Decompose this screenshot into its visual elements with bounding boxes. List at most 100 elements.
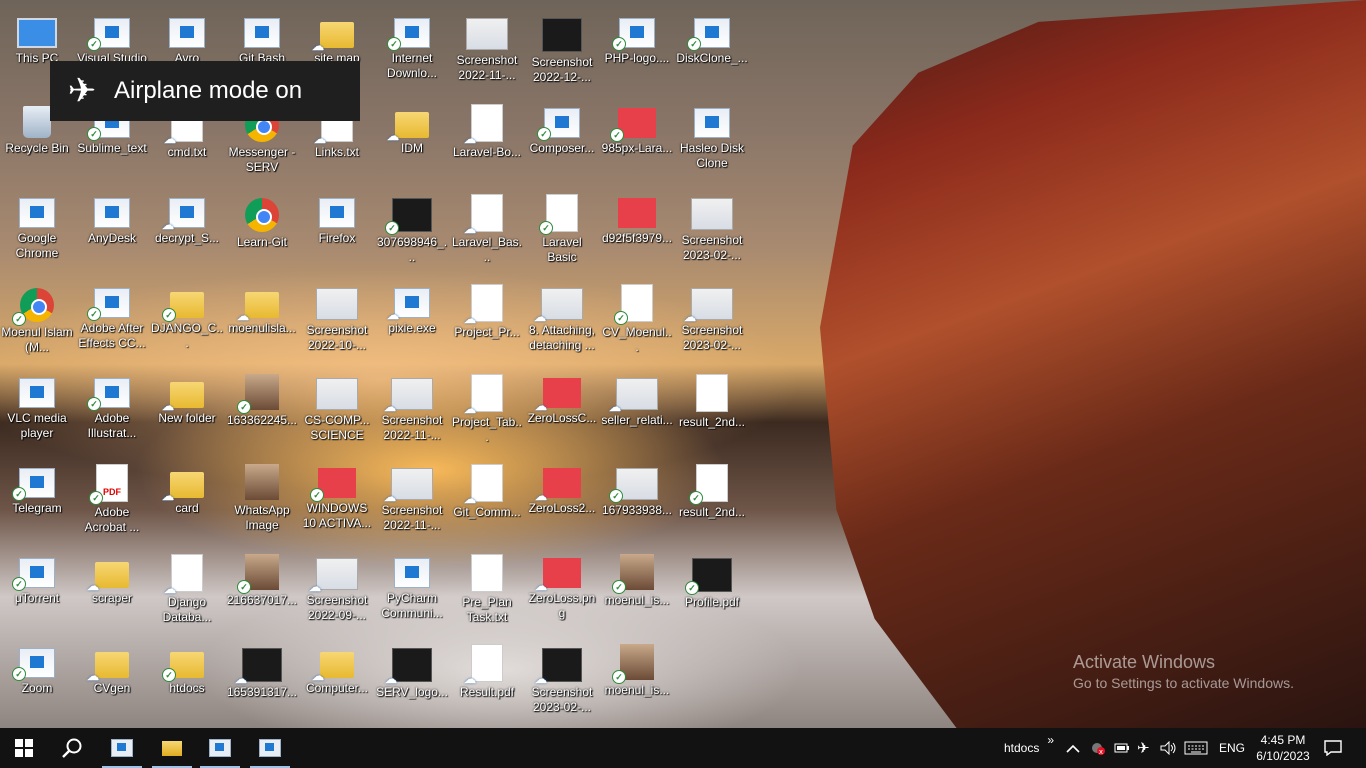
desktop-icon[interactable]: result_2nd...	[675, 368, 749, 456]
desktop-icon[interactable]: ☁ ZeroLoss2...	[525, 458, 599, 546]
synced-check-icon: ✓	[87, 37, 101, 51]
desktop-icon[interactable]: WhatsApp Image 2022...	[225, 458, 299, 546]
folder-icon: ☁	[312, 652, 354, 682]
desktop-icon[interactable]: ☁ seller_relati...	[600, 368, 674, 456]
desktop-icon[interactable]: ☁ Screenshot 2022-11-...	[375, 458, 449, 546]
desktop-icon[interactable]: ✓ 167933938...	[600, 458, 674, 546]
folder-icon: ☁	[312, 22, 354, 52]
desktop-icon[interactable]: ✓ htdocs	[150, 638, 224, 726]
taskbar-app-3[interactable]	[246, 728, 294, 768]
search-button[interactable]	[48, 728, 96, 768]
speaker-icon	[1160, 741, 1176, 755]
desktop-icon-label: Git_Comm...	[453, 505, 521, 519]
desktop-icon[interactable]: ✓ result_2nd...	[675, 458, 749, 546]
desktop-icon[interactable]: Google Chrome	[0, 188, 74, 276]
start-button[interactable]	[0, 728, 48, 768]
desktop-icon[interactable]: ☁ card	[150, 458, 224, 546]
desktop-icon[interactable]: Learn-Git	[225, 188, 299, 276]
desktop-icon[interactable]: ✓ Adobe Illustrat...	[75, 368, 149, 456]
desktop-icon[interactable]: ✓ 307698946_...	[375, 188, 449, 276]
taskbar-app-2[interactable]	[196, 728, 244, 768]
desktop-icon[interactable]: ☁ Git_Comm...	[450, 458, 524, 546]
desktop-icon[interactable]: Screenshot 2022-10-...	[300, 278, 374, 366]
desktop-icon[interactable]: ✓ 216637017...	[225, 548, 299, 636]
shot-icon: ☁	[309, 558, 358, 593]
battery-button[interactable]	[1114, 728, 1130, 768]
desktop-icon[interactable]: ✓ WINDOWS 10 ACTIVA...	[300, 458, 374, 546]
toolbar-chevron[interactable]: »	[1047, 733, 1054, 747]
app-icon	[19, 378, 55, 408]
desktop-icon[interactable]: ☁ Screenshot 2022-11-...	[375, 368, 449, 456]
desktop-icon[interactable]: CS-COMP... SCIENCE A...	[300, 368, 374, 456]
desktop-icon[interactable]: ☁ Screenshot 2022-09-...	[300, 548, 374, 636]
desktop-icon[interactable]: ✓ CV_Moenul...	[600, 278, 674, 366]
desktop-icon[interactable]: ✓ μTorrent	[0, 548, 74, 636]
desktop-icon[interactable]: Hasleo Disk Clone	[675, 98, 749, 186]
desktop-icon[interactable]: Screenshot 2022-11-...	[450, 8, 524, 96]
desktop-icon[interactable]: ☁ moenulisla...	[225, 278, 299, 366]
desktop-icon[interactable]: Firefox	[300, 188, 374, 276]
desktop-icon[interactable]: ☁ SERV_logo...	[375, 638, 449, 726]
desktop-icon[interactable]: ☁ IDM	[375, 98, 449, 186]
input-language-button[interactable]: ENG	[1219, 728, 1245, 768]
desktop-icon[interactable]: ☁ Result.pdf	[450, 638, 524, 726]
show-hidden-icons-button[interactable]	[1066, 728, 1080, 768]
shot-icon: ☁	[384, 378, 433, 413]
desktop-icon[interactable]: ✓ DJANGO_C...	[150, 278, 224, 366]
desktop-icon[interactable]: ✓ moenul_is...	[600, 548, 674, 636]
taskbar-app-1[interactable]	[98, 728, 146, 768]
desktop-icon[interactable]: AnyDesk	[75, 188, 149, 276]
desktop-icon[interactable]: ✓ moenul_is...	[600, 638, 674, 726]
htdocs-toolbar[interactable]: htdocs »	[1004, 728, 1054, 768]
desktop-icon[interactable]: ✓ Adobe After Effects CC...	[75, 278, 149, 366]
desktop-icon[interactable]: ✓ Composer...	[525, 98, 599, 186]
desktop-icon[interactable]: ☁ Screenshot 2023-02-...	[675, 278, 749, 366]
desktop-icon[interactable]: ☁ CVgen	[75, 638, 149, 726]
desktop-icon[interactable]: ✓Laravel Basic Command...	[525, 188, 599, 276]
doc-icon	[696, 374, 728, 412]
desktop-icon[interactable]: PyCharm Communi...	[375, 548, 449, 636]
desktop-icon[interactable]: ☁ decrypt_S...	[150, 188, 224, 276]
desktop-icon[interactable]: ☁ Django Databa...	[150, 548, 224, 636]
desktop-icon[interactable]: ☁ Laravel-Bo...	[450, 98, 524, 186]
desktop-icon[interactable]: VLC media player	[0, 368, 74, 456]
desktop-icon[interactable]: d92f5f3979...	[600, 188, 674, 276]
desktop-icon[interactable]: ☁ New folder	[150, 368, 224, 456]
desktop-icon[interactable]: ☁ 8. Attaching, detaching ...	[525, 278, 599, 366]
volume-button[interactable]	[1160, 728, 1178, 768]
network-status-button[interactable]: x	[1090, 728, 1106, 768]
desktop-icon[interactable]: Screenshot 2023-02-...	[675, 188, 749, 276]
airplane-mode-tray-button[interactable]: ✈	[1137, 728, 1150, 768]
taskbar-clock[interactable]: 4:45 PM 6/10/2023	[1248, 732, 1318, 764]
desktop-icon[interactable]: ✓ DiskClone_...	[675, 8, 749, 96]
desktop-icon[interactable]: ✓ Internet Downlo...	[375, 8, 449, 96]
desktop-icon[interactable]: ✓ 985px-Lara...	[600, 98, 674, 186]
desktop-icon[interactable]: Pre_Plan Task.txt	[450, 548, 524, 636]
desktop-icon[interactable]: ☁ ZeroLossC...	[525, 368, 599, 456]
desktop-icon[interactable]: ☁ Project_Pr...	[450, 278, 524, 366]
desktop-icon[interactable]: ✓ PHP-logo....	[600, 8, 674, 96]
desktop-icon[interactable]: ✓Adobe Acrobat ...	[75, 458, 149, 546]
action-center-button[interactable]	[1324, 728, 1342, 768]
activate-windows-watermark: Activate Windows Go to Settings to activ…	[1073, 652, 1294, 691]
desktop-icon[interactable]: ✓ 163362245...	[225, 368, 299, 456]
desktop-icon[interactable]: ✓ Moenul Islam (M...	[0, 278, 74, 366]
desktop-icon[interactable]: ☁ Screenshot 2023-02-...	[525, 638, 599, 726]
desktop-icon[interactable]: ☁ Project_Tab...	[450, 368, 524, 456]
doc-icon: ✓	[689, 464, 728, 505]
desktop-icon[interactable]: ☁ ZeroLoss.png	[525, 548, 599, 636]
desktop-icon[interactable]: ☁ pixie.exe	[375, 278, 449, 366]
desktop-icon[interactable]: ✓ Zoom	[0, 638, 74, 726]
desktop-icon[interactable]: ☁ Computer...	[300, 638, 374, 726]
desktop-icon[interactable]: ☁ Laravel_Bas...	[450, 188, 524, 276]
app-window-icon	[111, 739, 133, 757]
file-explorer-button[interactable]	[148, 728, 196, 768]
cloud-icon: ☁	[464, 132, 476, 146]
desktop-icon[interactable]: ☁ scraper	[75, 548, 149, 636]
desktop-icon[interactable]: ☁ 165391317...	[225, 638, 299, 726]
desktop-icon[interactable]: ✓ Profile.pdf	[675, 548, 749, 636]
desktop-icon[interactable]: ✓ Telegram	[0, 458, 74, 546]
synced-check-icon: ✓	[387, 37, 401, 51]
touch-keyboard-button[interactable]	[1184, 728, 1208, 768]
desktop-icon[interactable]: Screenshot 2022-12-...	[525, 8, 599, 96]
